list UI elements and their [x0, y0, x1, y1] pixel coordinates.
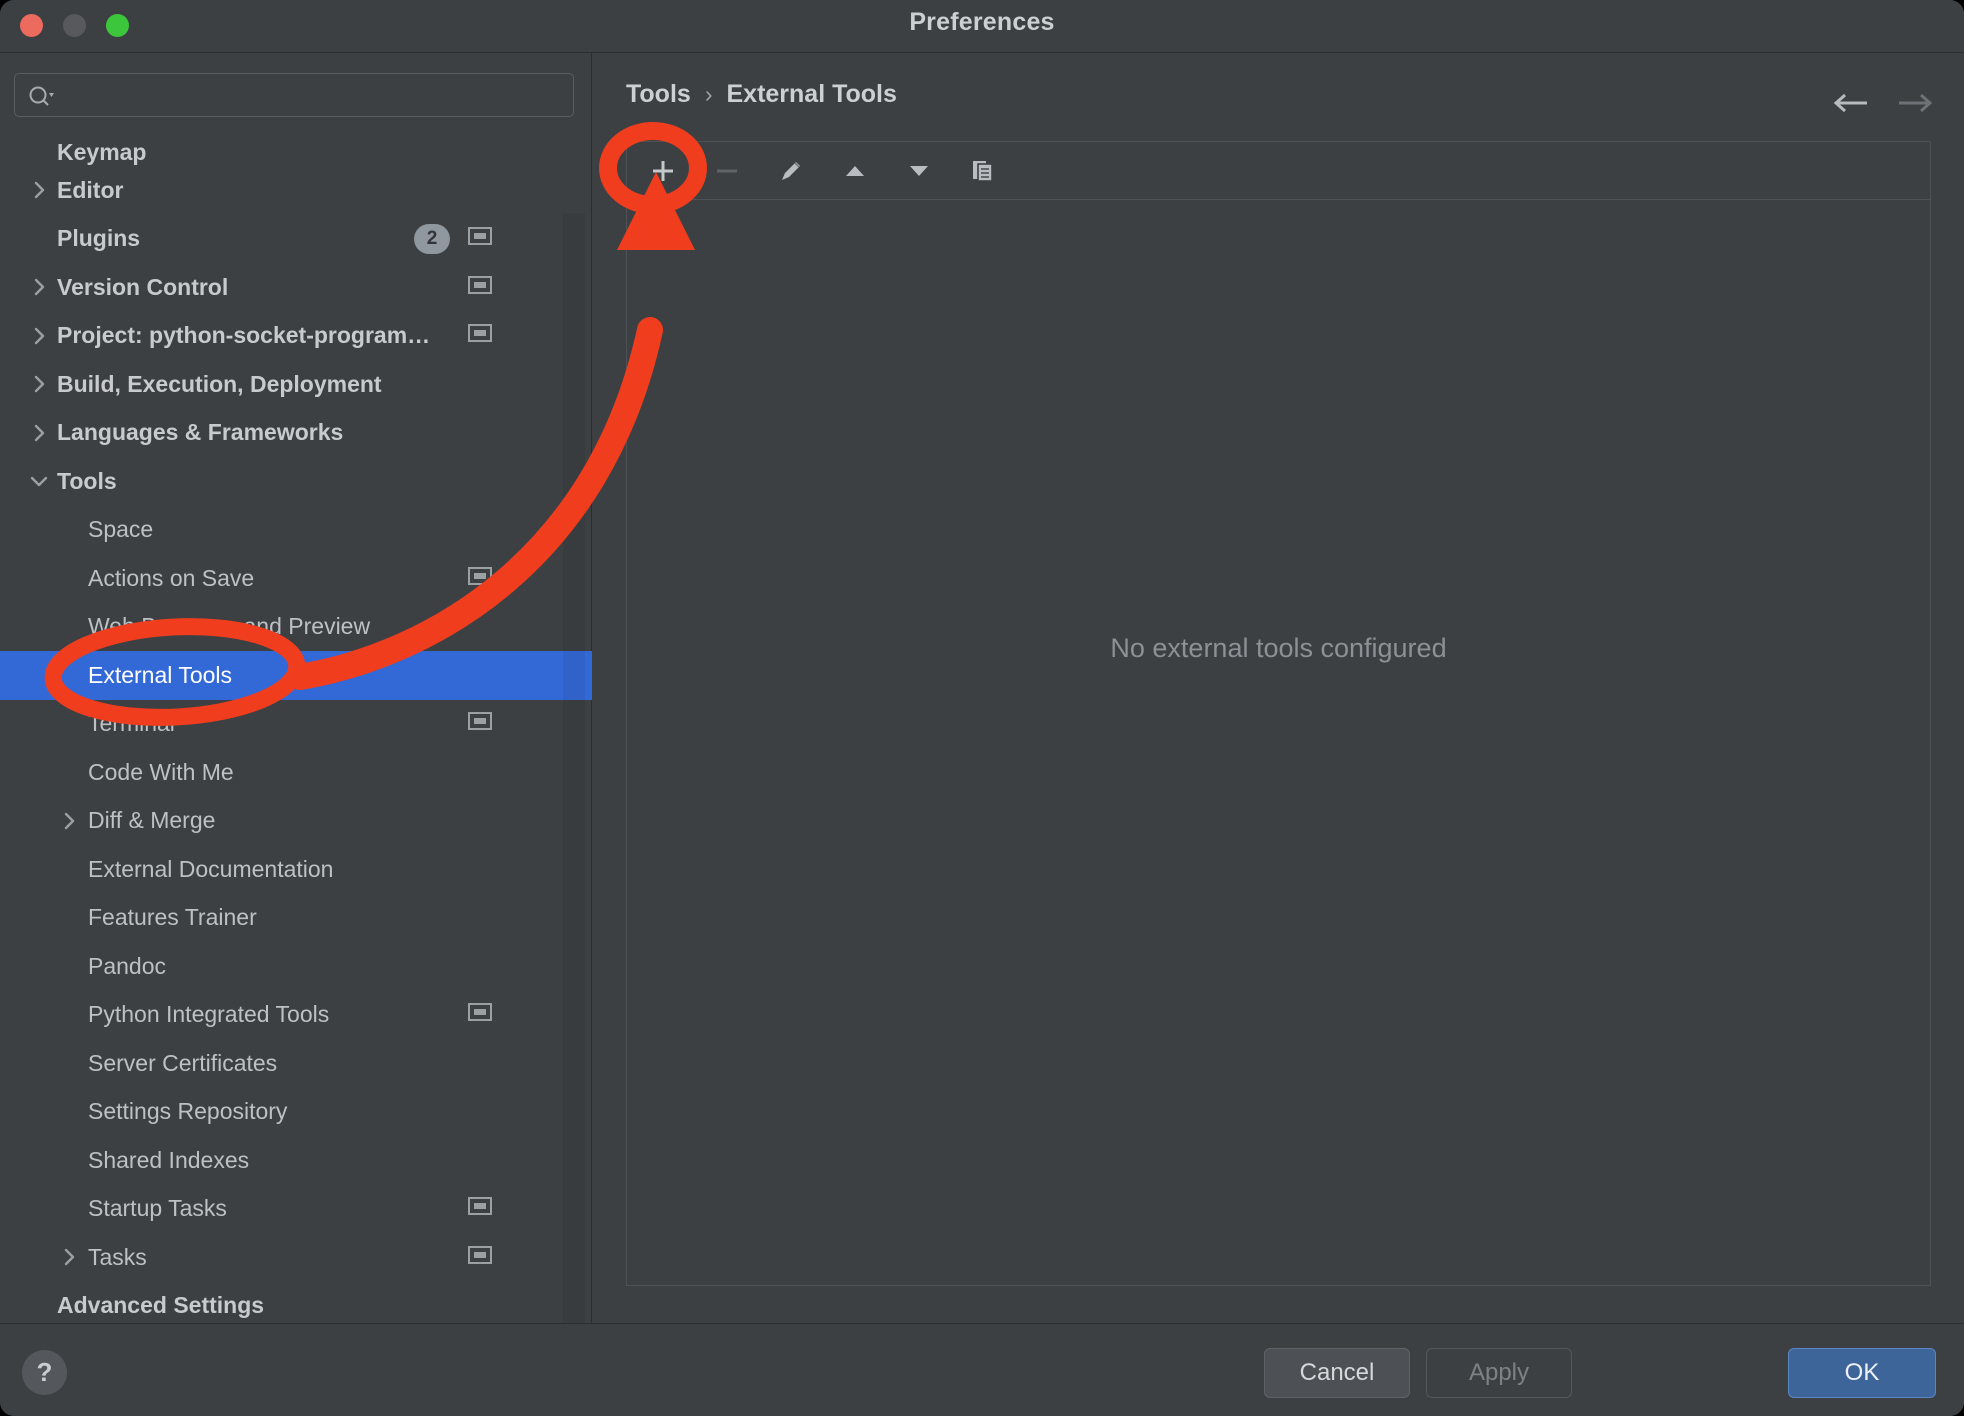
sidebar-item-label: Settings Repository	[88, 1098, 288, 1125]
sidebar-item-label: Languages & Frameworks	[57, 419, 344, 446]
project-scope-icon	[468, 322, 492, 349]
sidebar-item-project-python-socket-program[interactable]: Project: python-socket-program…	[0, 312, 592, 361]
sidebar-scrollbar-track[interactable]	[563, 213, 1145, 1416]
chevron-right-icon[interactable]	[26, 420, 52, 446]
chevron-right-icon[interactable]	[26, 274, 52, 300]
sidebar-item-label: Actions on Save	[88, 564, 255, 591]
ok-button[interactable]: OK	[1788, 1348, 1936, 1398]
sidebar-item-label: Build, Execution, Deployment	[57, 370, 382, 397]
sidebar-item-label: Features Trainer	[88, 904, 257, 931]
sidebar-item-external-documentation[interactable]: External Documentation	[0, 845, 592, 894]
sidebar-item-editor[interactable]: Editor	[0, 166, 592, 215]
project-scope-icon	[468, 1244, 492, 1271]
sidebar-item-server-certificates[interactable]: Server Certificates	[0, 1039, 592, 1088]
chevron-down-icon[interactable]	[26, 468, 52, 494]
chevron-right-icon[interactable]	[56, 1244, 82, 1270]
project-scope-icon	[468, 225, 492, 252]
chevron-right-icon: ›	[704, 81, 713, 107]
project-scope-icon	[468, 274, 492, 301]
project-scope-icon	[468, 710, 492, 737]
settings-sidebar: Keymap Editor Plugins 2 Version Control Proje…	[0, 53, 1145, 1416]
title-bar: Preferences	[0, 0, 1964, 53]
sidebar-item-trailing	[468, 1001, 492, 1028]
sidebar-item-build-execution-deployment[interactable]: Build, Execution, Deployment	[0, 360, 592, 409]
breadcrumb-parent[interactable]: Tools	[626, 80, 691, 109]
project-scope-icon	[468, 565, 492, 592]
sidebar-item-label: Shared Indexes	[88, 1146, 250, 1173]
sidebar-item-label: Project: python-socket-program…	[57, 322, 431, 349]
sidebar-item-actions-on-save[interactable]: Actions on Save	[0, 554, 592, 603]
sidebar-item-keymap[interactable]: Keymap	[0, 129, 592, 166]
sidebar-item-label: Pandoc	[88, 952, 167, 979]
chevron-right-icon[interactable]	[26, 323, 52, 349]
sidebar-item-shared-indexes[interactable]: Shared Indexes	[0, 1136, 592, 1185]
sidebar-item-trailing	[468, 1244, 492, 1271]
sidebar-item-trailing	[468, 322, 492, 349]
sidebar-item-label: Tools	[57, 467, 117, 494]
preferences-window: Preferences Keymap Editor Plugins 2 Version …	[0, 0, 1964, 1416]
sidebar-item-label: Server Certificates	[88, 1049, 278, 1076]
sidebar-item-diff-merge[interactable]: Diff & Merge	[0, 797, 592, 846]
settings-main-panel: Tools › External Tools No external tools…	[593, 53, 1964, 1323]
sidebar-item-label: Web Browsers and Preview	[88, 613, 371, 640]
breadcrumb: Tools › External Tools	[626, 80, 897, 109]
window-title: Preferences	[909, 8, 1055, 36]
sidebar-item-advanced-settings[interactable]: Advanced Settings	[0, 1282, 592, 1324]
sidebar-item-label: Space	[88, 516, 154, 543]
sidebar-item-label: Advanced Settings	[57, 1292, 265, 1319]
chevron-right-icon[interactable]	[56, 808, 82, 834]
chevron-right-icon[interactable]	[26, 177, 52, 203]
sidebar-item-label: Keymap	[57, 139, 147, 165]
chevron-right-icon[interactable]	[26, 371, 52, 397]
plugin-count-badge: 2	[414, 223, 450, 254]
back-arrow-icon[interactable]	[1830, 83, 1870, 123]
project-scope-icon	[468, 1195, 492, 1222]
sidebar-item-trailing	[468, 565, 492, 592]
forward-arrow-icon	[1896, 83, 1936, 123]
sidebar-item-tools[interactable]: Tools	[0, 457, 592, 506]
external-tools-panel: No external tools configured	[626, 141, 1931, 1286]
breadcrumb-current: External Tools	[726, 80, 897, 108]
sidebar-item-trailing	[468, 274, 492, 301]
sidebar-item-label: Version Control	[57, 273, 229, 300]
sidebar-item-startup-tasks[interactable]: Startup Tasks	[0, 1185, 592, 1234]
search-field[interactable]	[14, 73, 574, 117]
apply-button: Apply	[1426, 1348, 1572, 1398]
sidebar-item-label: Python Integrated Tools	[88, 1001, 330, 1028]
sidebar-item-python-integrated-tools[interactable]: Python Integrated Tools	[0, 991, 592, 1040]
sidebar-item-web-browsers-and-preview[interactable]: Web Browsers and Preview	[0, 603, 592, 652]
sidebar-item-label: Startup Tasks	[88, 1195, 227, 1222]
sidebar-item-tasks[interactable]: Tasks	[0, 1233, 592, 1282]
navigation-arrows	[1830, 83, 1936, 123]
help-button[interactable]: ?	[22, 1350, 67, 1395]
settings-tree[interactable]: Keymap Editor Plugins 2 Version Control Proje…	[0, 129, 592, 1323]
sidebar-item-languages-frameworks[interactable]: Languages & Frameworks	[0, 409, 592, 458]
sidebar-item-label: Tasks	[88, 1243, 147, 1270]
cancel-button[interactable]: Cancel	[1264, 1348, 1410, 1398]
sidebar-item-label: External Documentation	[88, 855, 334, 882]
sidebar-item-label: Code With Me	[88, 758, 234, 785]
empty-state-message: No external tools configured	[1110, 633, 1447, 663]
sidebar-item-label: Editor	[57, 176, 124, 203]
sidebar-item-label: Diff & Merge	[88, 807, 216, 834]
project-scope-icon	[468, 1001, 492, 1028]
sidebar-item-external-tools[interactable]: External Tools	[0, 651, 592, 700]
dialog-footer: ? Cancel Apply OK	[0, 1323, 1964, 1416]
sidebar-item-features-trainer[interactable]: Features Trainer	[0, 894, 592, 943]
search-icon	[27, 84, 55, 108]
sidebar-item-label: External Tools	[88, 661, 233, 688]
sidebar-item-label: Plugins	[57, 225, 141, 252]
sidebar-item-code-with-me[interactable]: Code With Me	[0, 748, 592, 797]
sidebar-item-trailing	[468, 710, 492, 737]
sidebar-item-pandoc[interactable]: Pandoc	[0, 942, 592, 991]
sidebar-item-trailing: 2	[414, 223, 492, 254]
sidebar-item-space[interactable]: Space	[0, 506, 592, 555]
search-input[interactable]	[63, 74, 563, 116]
sidebar-item-version-control[interactable]: Version Control	[0, 263, 592, 312]
sidebar-item-trailing	[468, 1195, 492, 1222]
sidebar-item-terminal[interactable]: Terminal	[0, 700, 592, 749]
sidebar-item-plugins[interactable]: Plugins 2	[0, 215, 592, 264]
sidebar-item-label: Terminal	[88, 710, 175, 737]
sidebar-item-settings-repository[interactable]: Settings Repository	[0, 1088, 592, 1137]
